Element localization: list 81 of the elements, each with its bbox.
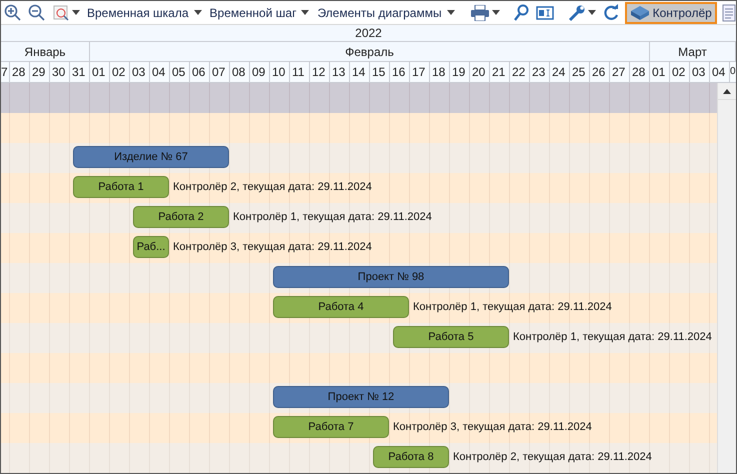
task-note: Контролёр 2, текущая дата: 29.11.2024	[453, 451, 652, 463]
day-label: 02	[670, 62, 690, 82]
day-label: 24	[550, 62, 570, 82]
year-label: 2022	[354, 25, 383, 42]
task-bar[interactable]: Работа 1	[73, 176, 169, 198]
day-label: 11	[290, 62, 310, 82]
task-note: Контролёр 1, текущая дата: 29.11.2024	[513, 331, 712, 343]
day-label: 07	[210, 62, 230, 82]
caret-icon	[588, 10, 596, 16]
day-label: 23	[530, 62, 550, 82]
day-label: 22	[510, 62, 530, 82]
summary-bar[interactable]: Проект № 98	[273, 266, 509, 288]
day-label: 04	[710, 62, 730, 82]
cube-icon	[630, 4, 650, 21]
printer-icon	[470, 4, 490, 21]
search-icon	[514, 4, 530, 22]
document-button[interactable]	[720, 2, 736, 24]
task-note: Контролёр 2, текущая дата: 29.11.2024	[173, 181, 372, 193]
day-label: 15	[370, 62, 390, 82]
caret-icon	[446, 10, 455, 16]
task-note: Контролёр 3, текущая дата: 29.11.2024	[393, 421, 592, 433]
day-label: 27	[610, 62, 630, 82]
day-label: 0	[730, 62, 736, 82]
day-label: 28	[10, 62, 30, 82]
refresh-icon	[602, 4, 620, 22]
day-label: 01	[650, 62, 670, 82]
caret-icon	[492, 10, 500, 16]
caret-icon	[194, 10, 202, 16]
month-label: Январь	[1, 42, 90, 61]
day-label: 03	[130, 62, 150, 82]
month-label: Март	[650, 42, 736, 61]
day-label: 16	[390, 62, 410, 82]
dropdown-button[interactable]: Временной шаг	[208, 2, 312, 24]
day-label: 03	[690, 62, 710, 82]
summary-bar[interactable]: Проект № 12	[273, 386, 449, 408]
scrollbar[interactable]	[717, 83, 736, 473]
day-label: 7	[1, 62, 10, 82]
day-label: 28	[630, 62, 650, 82]
day-label: 19	[450, 62, 470, 82]
dropdown-button[interactable]: Временная шкала	[85, 2, 204, 24]
task-note: Контролёр 1, текущая дата: 29.11.2024	[413, 301, 612, 313]
day-label: 05	[170, 62, 190, 82]
dropdown-button[interactable]: Элементы диаграммы	[315, 2, 457, 24]
zoom-out-icon	[28, 4, 46, 22]
task-bar[interactable]: Раб...	[133, 236, 169, 258]
day-label: 26	[590, 62, 610, 82]
day-label: 02	[110, 62, 130, 82]
day-label: 12	[310, 62, 330, 82]
day-label: 06	[190, 62, 210, 82]
wrench-icon	[568, 4, 586, 22]
day-label: 21	[490, 62, 510, 82]
task-note: Контролёр 3, текущая дата: 29.11.2024	[173, 241, 372, 253]
document-icon	[722, 4, 736, 22]
day-label: 10	[270, 62, 290, 82]
task-bar[interactable]: Работа 8	[373, 446, 449, 468]
scroll-up-icon	[723, 88, 731, 94]
day-label: 14	[350, 62, 370, 82]
task-bar[interactable]: Работа 2	[133, 206, 229, 228]
controller-button[interactable]: Контролёр	[624, 2, 717, 24]
caret-icon	[72, 10, 80, 16]
day-label: 17	[410, 62, 430, 82]
day-label: 29	[30, 62, 50, 82]
day-label: 13	[330, 62, 350, 82]
day-label: 04	[150, 62, 170, 82]
day-label: 01	[90, 62, 110, 82]
text-field-icon	[536, 6, 554, 20]
task-note: Контролёр 1, текущая дата: 29.11.2024	[233, 211, 432, 223]
caret-icon	[301, 10, 310, 16]
task-bar[interactable]: Работа 7	[273, 416, 389, 438]
day-label: 18	[430, 62, 450, 82]
day-label: 09	[250, 62, 270, 82]
day-label: 31	[70, 62, 90, 82]
task-bar[interactable]: Работа 5	[393, 326, 509, 348]
day-label: 30	[50, 62, 70, 82]
task-bar[interactable]: Работа 4	[273, 296, 409, 318]
zoom-in-icon	[4, 4, 22, 22]
month-label: Февраль	[90, 42, 650, 61]
day-label: 08	[230, 62, 250, 82]
day-label: 25	[570, 62, 590, 82]
summary-bar[interactable]: Изделие № 67	[73, 146, 229, 168]
day-label: 20	[470, 62, 490, 82]
